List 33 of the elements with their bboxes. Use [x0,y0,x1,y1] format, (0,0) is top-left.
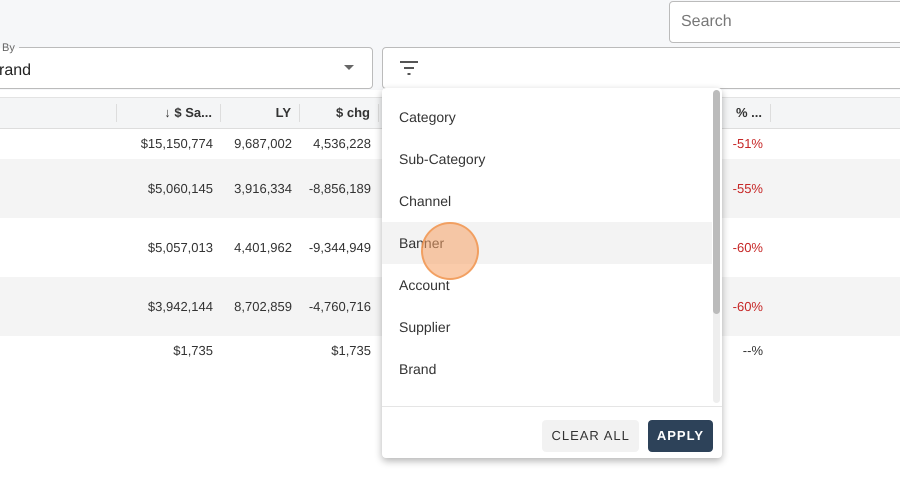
table-cell: 9,687,002 [234,136,292,152]
table-cell: -4,760,716 [308,298,371,314]
table-cell: -8,856,189 [308,180,371,196]
table-cell: $15,150,774 [140,136,213,152]
table-cell: $1,735 [173,343,213,358]
field-label: By [0,40,19,56]
table-cell: $5,057,013 [148,240,213,255]
menu-item[interactable]: Category [382,96,712,138]
table-cell: -60% [732,240,763,255]
column-header[interactable]: LY [221,104,300,122]
table-cell: 3,916,334 [234,180,292,196]
apply-button[interactable]: APPLY [648,420,713,452]
search-field[interactable]: Search [669,1,900,43]
table-cell: -51% [732,136,763,152]
table-cell: $5,060,145 [148,180,213,196]
table-cell: -9,344,949 [308,240,371,255]
table-cell: --% [742,343,763,358]
menu-item[interactable]: Brand [382,348,712,390]
table-cell: -55% [732,180,763,196]
clear-button[interactable]: CLEAR ALL [542,420,639,452]
column-header[interactable]: $ chg [300,104,379,122]
table-cell: $3,942,144 [148,298,213,314]
select-value: rand [0,61,32,81]
menu-item[interactable]: Sub-Category [382,138,712,180]
table-cell: 8,702,859 [234,298,292,314]
menu-item[interactable]: Account [382,264,712,306]
menu-item[interactable]: Channel [382,180,712,222]
table-cell: 4,401,962 [234,240,292,255]
table-cell: $1,735 [331,343,371,358]
menu-item[interactable]: Supplier [382,306,712,348]
column-header[interactable]: ↓ $ Sa... [117,104,221,122]
table-cell: 4,536,228 [313,136,371,152]
table-cell: -60% [732,298,763,314]
